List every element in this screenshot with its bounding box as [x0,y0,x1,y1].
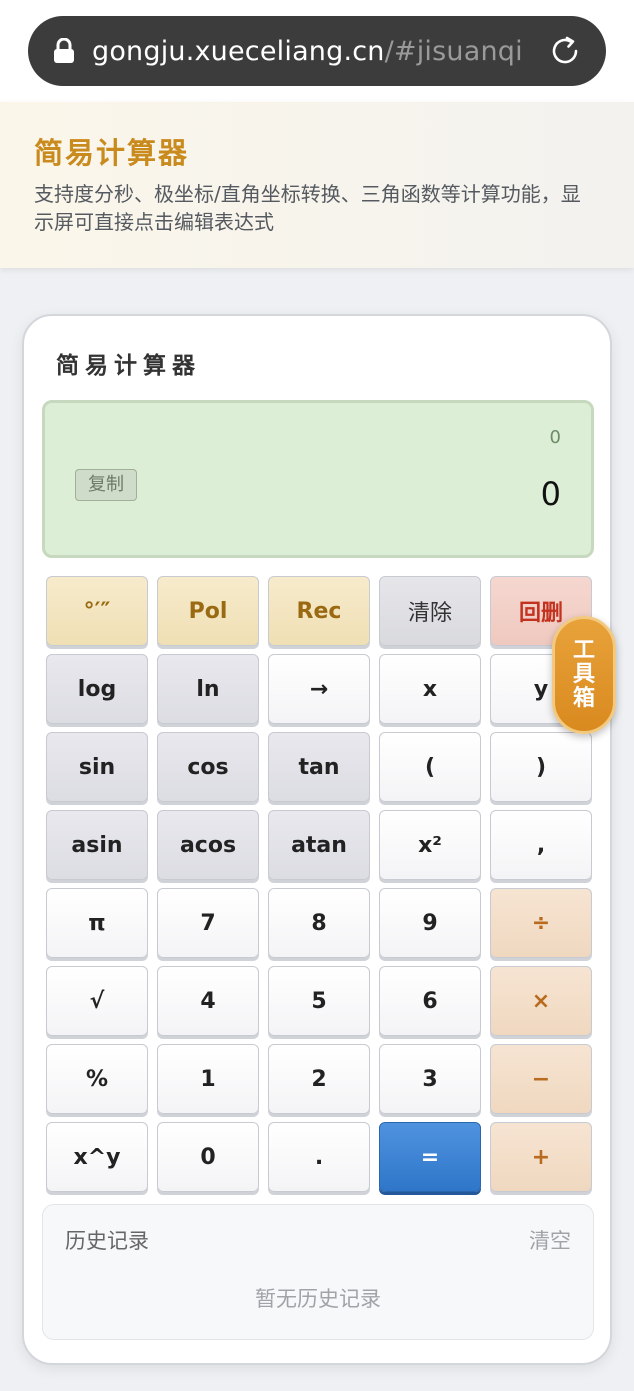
key-pi[interactable]: π [46,888,148,958]
key-7[interactable]: 7 [157,888,259,958]
key-1[interactable]: 1 [157,1044,259,1114]
banner-title: 简易计算器 [34,136,190,170]
display-expression[interactable]: 0 [550,427,561,448]
intro-banner: 简易计算器 支持度分秒、极坐标/直角坐标转换、三角函数等计算功能，显示屏可直接点… [0,102,634,268]
key-0[interactable]: 0 [157,1122,259,1192]
key-minus[interactable]: − [490,1044,592,1114]
key-3[interactable]: 3 [379,1044,481,1114]
key-4[interactable]: 4 [157,966,259,1036]
key-cos[interactable]: cos [157,732,259,802]
key-open-paren[interactable]: ( [379,732,481,802]
key-arrow[interactable]: → [268,654,370,724]
key-equals[interactable]: = [379,1122,481,1192]
history-empty-text: 暂无历史记录 [255,1287,381,1311]
page: gongju.xueceliang.cn/#jisuanqi 简易计算器 支持度… [0,0,634,1391]
key-ln[interactable]: ln [157,654,259,724]
key-comma[interactable]: , [490,810,592,880]
key-atan[interactable]: atan [268,810,370,880]
key-sqrt[interactable]: √ [46,966,148,1036]
key-9[interactable]: 9 [379,888,481,958]
url-text[interactable]: gongju.xueceliang.cn/#jisuanqi [92,36,523,67]
key-6[interactable]: 6 [379,966,481,1036]
key-8[interactable]: 8 [268,888,370,958]
key-power[interactable]: x^y [46,1122,148,1192]
key-rec[interactable]: Rec [268,576,370,646]
key-x[interactable]: x [379,654,481,724]
key-2[interactable]: 2 [268,1044,370,1114]
browser-toolbar: gongju.xueceliang.cn/#jisuanqi [0,0,634,102]
display-result[interactable]: 0 [541,475,561,513]
calculator-title: 简易计算器 [56,353,201,379]
key-log[interactable]: log [46,654,148,724]
key-5[interactable]: 5 [268,966,370,1036]
key-square[interactable]: x² [379,810,481,880]
key-clear[interactable]: 清除 [379,576,481,646]
key-tan[interactable]: tan [268,732,370,802]
copy-button[interactable]: 复制 [75,469,137,501]
calculator-card: 简易计算器 0 复制 0 °′″ Pol Rec 清除 回删 log ln → x y sin cos… [22,314,612,1365]
key-dms[interactable]: °′″ [46,576,148,646]
url-hash: /#jisuanqi [384,35,523,67]
key-close-paren[interactable]: ) [490,732,592,802]
reload-icon[interactable] [548,34,582,68]
banner-description: 支持度分秒、极坐标/直角坐标转换、三角函数等计算功能，显示屏可直接点击编辑表达式 [34,182,581,234]
history-panel: 历史记录 清空 暂无历史记录 [42,1204,594,1340]
key-percent[interactable]: % [46,1044,148,1114]
address-bar[interactable]: gongju.xueceliang.cn/#jisuanqi [28,16,606,86]
key-asin[interactable]: asin [46,810,148,880]
key-multiply[interactable]: × [490,966,592,1036]
key-acos[interactable]: acos [157,810,259,880]
calculator-display[interactable]: 0 复制 0 [42,400,594,558]
history-title: 历史记录 [65,1229,149,1253]
key-sin[interactable]: sin [46,732,148,802]
key-divide[interactable]: ÷ [490,888,592,958]
history-clear-button[interactable]: 清空 [529,1225,571,1255]
keypad: °′″ Pol Rec 清除 回删 log ln → x y sin cos tan() asin acos… [46,576,592,1192]
key-plus[interactable]: + [490,1122,592,1192]
toolbox-label: 工具箱 [572,638,595,711]
key-decimal[interactable]: . [268,1122,370,1192]
lock-icon[interactable] [52,38,76,64]
key-pol[interactable]: Pol [157,576,259,646]
url-host: gongju.xueceliang.cn [92,35,385,67]
toolbox-button[interactable]: 工具箱 [552,616,616,734]
